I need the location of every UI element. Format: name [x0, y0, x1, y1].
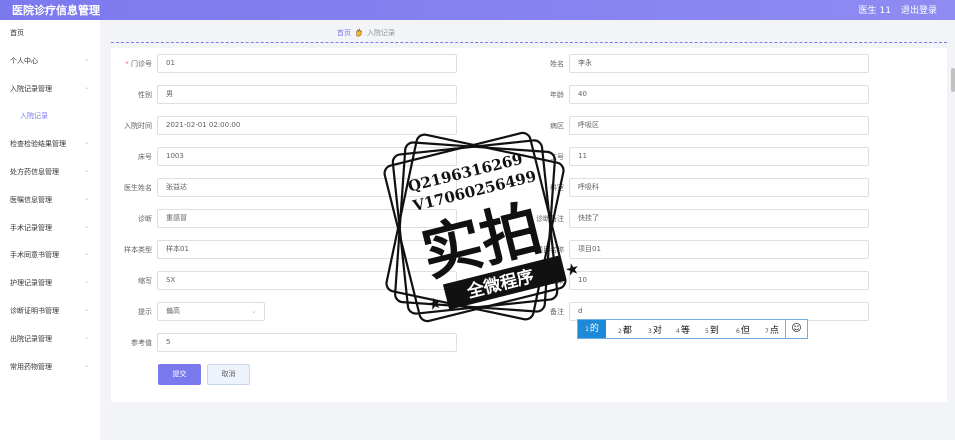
- chevron-down-icon: ⌄: [84, 222, 90, 230]
- form-label-text: 提示: [138, 308, 152, 316]
- chevron-down-icon: ⌄: [84, 333, 90, 341]
- sidebar-item[interactable]: 诊断证明书管理: [10, 306, 59, 316]
- breadcrumb-current: 入院记录: [367, 29, 395, 37]
- cancel-button[interactable]: 取消: [207, 364, 250, 385]
- ime-candidate-text: 等: [680, 326, 690, 336]
- ime-candidate-text: 但: [740, 326, 750, 336]
- form-label-text: 诊断: [138, 215, 152, 223]
- form-label-text: 床号: [138, 153, 152, 161]
- breadcrumb-home[interactable]: 首页: [337, 28, 351, 38]
- form-label-text: 缩写: [138, 277, 152, 285]
- form-field[interactable]: 快挂了: [569, 209, 869, 228]
- chevron-down-icon: ⌄: [84, 306, 90, 313]
- ime-candidate-bar: ☺ 1的 2都 3对 4等 5到 6但 7点: [577, 319, 808, 339]
- form-field[interactable]: 呼吸科: [569, 178, 869, 197]
- ime-candidate-index: 2: [618, 328, 622, 335]
- form-field[interactable]: 11: [569, 147, 869, 166]
- star-icon: ★: [425, 293, 444, 315]
- chevron-down-icon: ⌄: [84, 361, 90, 369]
- sidebar-item[interactable]: 处方药信息管理: [10, 167, 59, 177]
- sidebar-item[interactable]: 手术记录管理: [10, 223, 52, 233]
- form-field[interactable]: 呼吸区: [569, 116, 869, 135]
- ime-candidate[interactable]: 7点: [765, 323, 779, 336]
- ime-candidate-index: 4: [676, 328, 680, 335]
- ime-candidate-text: 点: [769, 326, 779, 336]
- ime-candidate-text: 都: [622, 326, 632, 336]
- breadcrumb-divider: [111, 42, 947, 43]
- form-field[interactable]: 偏高: [157, 302, 265, 321]
- form-field[interactable]: 男: [157, 85, 457, 104]
- form-label-text: 入院时间: [124, 122, 152, 130]
- form-label-text: 门诊号: [131, 60, 152, 68]
- form-label: 床号: [92, 152, 152, 162]
- chevron-down-icon: ⌄: [84, 250, 90, 258]
- form-label: 性别: [92, 90, 152, 100]
- sidebar-item[interactable]: 手术同意书管理: [10, 250, 59, 260]
- chevron-down-icon: ⌄: [84, 194, 90, 202]
- ime-candidate-text: 到: [709, 326, 719, 336]
- form-label: 姓名: [550, 60, 564, 68]
- chevron-down-icon: ⌄: [84, 167, 90, 174]
- ime-candidate[interactable]: 5到: [705, 323, 719, 336]
- chevron-down-icon: ⌄: [84, 139, 90, 147]
- ime-candidate-index: 3: [648, 328, 652, 335]
- ime-candidate[interactable]: 6但: [736, 323, 750, 336]
- emoji-icon[interactable]: ☺: [785, 320, 807, 338]
- form-label: 诊断: [92, 214, 152, 224]
- form-label: 提示: [92, 307, 152, 317]
- ime-candidate-text: 对: [652, 326, 662, 336]
- sidebar-item[interactable]: 入院记录: [20, 111, 48, 121]
- top-bar: 医院诊疗信息管理 医生 11 退出登录: [0, 0, 955, 20]
- app-title: 医院诊疗信息管理: [12, 4, 100, 17]
- sidebar: 首页个人中心 ⌄ 入院记录管理 ⌄ 入院记录检查检验结果管理 ⌄ 处方药信息管理 ⌄ 医嘱信息管…: [0, 20, 100, 440]
- ime-candidate[interactable]: 3对: [648, 323, 662, 336]
- ime-candidate-text: 的: [589, 324, 599, 334]
- submit-button[interactable]: 提交: [158, 364, 201, 385]
- chevron-down-icon: ⌄: [84, 278, 90, 286]
- form-label-text: 性别: [138, 91, 152, 99]
- sidebar-item[interactable]: 入院记录管理: [10, 84, 52, 94]
- scrollbar-thumb[interactable]: [951, 68, 955, 92]
- sidebar-item[interactable]: 个人中心: [10, 56, 38, 66]
- ime-candidate-index: 7: [765, 328, 769, 335]
- form-label: 入院时间: [92, 121, 152, 131]
- form-label-text: 参考值: [131, 339, 152, 347]
- chevron-down-icon: ⌄: [84, 83, 90, 91]
- logout-link[interactable]: 退出登录: [901, 3, 937, 16]
- sidebar-item[interactable]: 检查检验结果管理: [10, 139, 66, 149]
- ime-candidate[interactable]: 2都: [618, 323, 632, 336]
- sidebar-item[interactable]: 医嘱信息管理: [10, 195, 52, 205]
- form-label-text: 样本类型: [124, 246, 152, 254]
- ime-candidate[interactable]: 4等: [676, 323, 690, 336]
- form-label: 年龄: [550, 91, 564, 99]
- chevron-down-icon: ⌄: [84, 55, 90, 63]
- current-user[interactable]: 医生 11: [859, 3, 891, 16]
- form-label: * 门诊号: [125, 60, 152, 68]
- ime-candidate-index: 6: [736, 328, 740, 335]
- sidebar-item[interactable]: 首页: [10, 28, 24, 38]
- sidebar-item[interactable]: 常用药物管理: [10, 362, 52, 372]
- form-field[interactable]: 40: [569, 85, 869, 104]
- star-icon: ★: [563, 258, 582, 280]
- form-field[interactable]: 项目01: [569, 240, 869, 259]
- form-field[interactable]: 10: [569, 271, 869, 290]
- ime-candidate-index: 5: [705, 328, 709, 335]
- form-label: 缩写: [92, 276, 152, 286]
- watermark-stamp: Q2196316269 V17060256499 实拍 全微程序 ★ ★: [383, 131, 582, 323]
- form-label: 参考值: [92, 338, 152, 348]
- form-label-text: 医生姓名: [124, 184, 152, 192]
- sidebar-item[interactable]: 护理记录管理: [10, 278, 52, 288]
- form-label: 样本类型: [92, 245, 152, 255]
- sidebar-item[interactable]: 出院记录管理: [10, 334, 52, 344]
- form-field[interactable]: 01: [157, 54, 457, 73]
- form-label: 医生姓名: [92, 183, 152, 193]
- form-field[interactable]: 李永: [569, 54, 869, 73]
- hand-icon: [354, 28, 363, 39]
